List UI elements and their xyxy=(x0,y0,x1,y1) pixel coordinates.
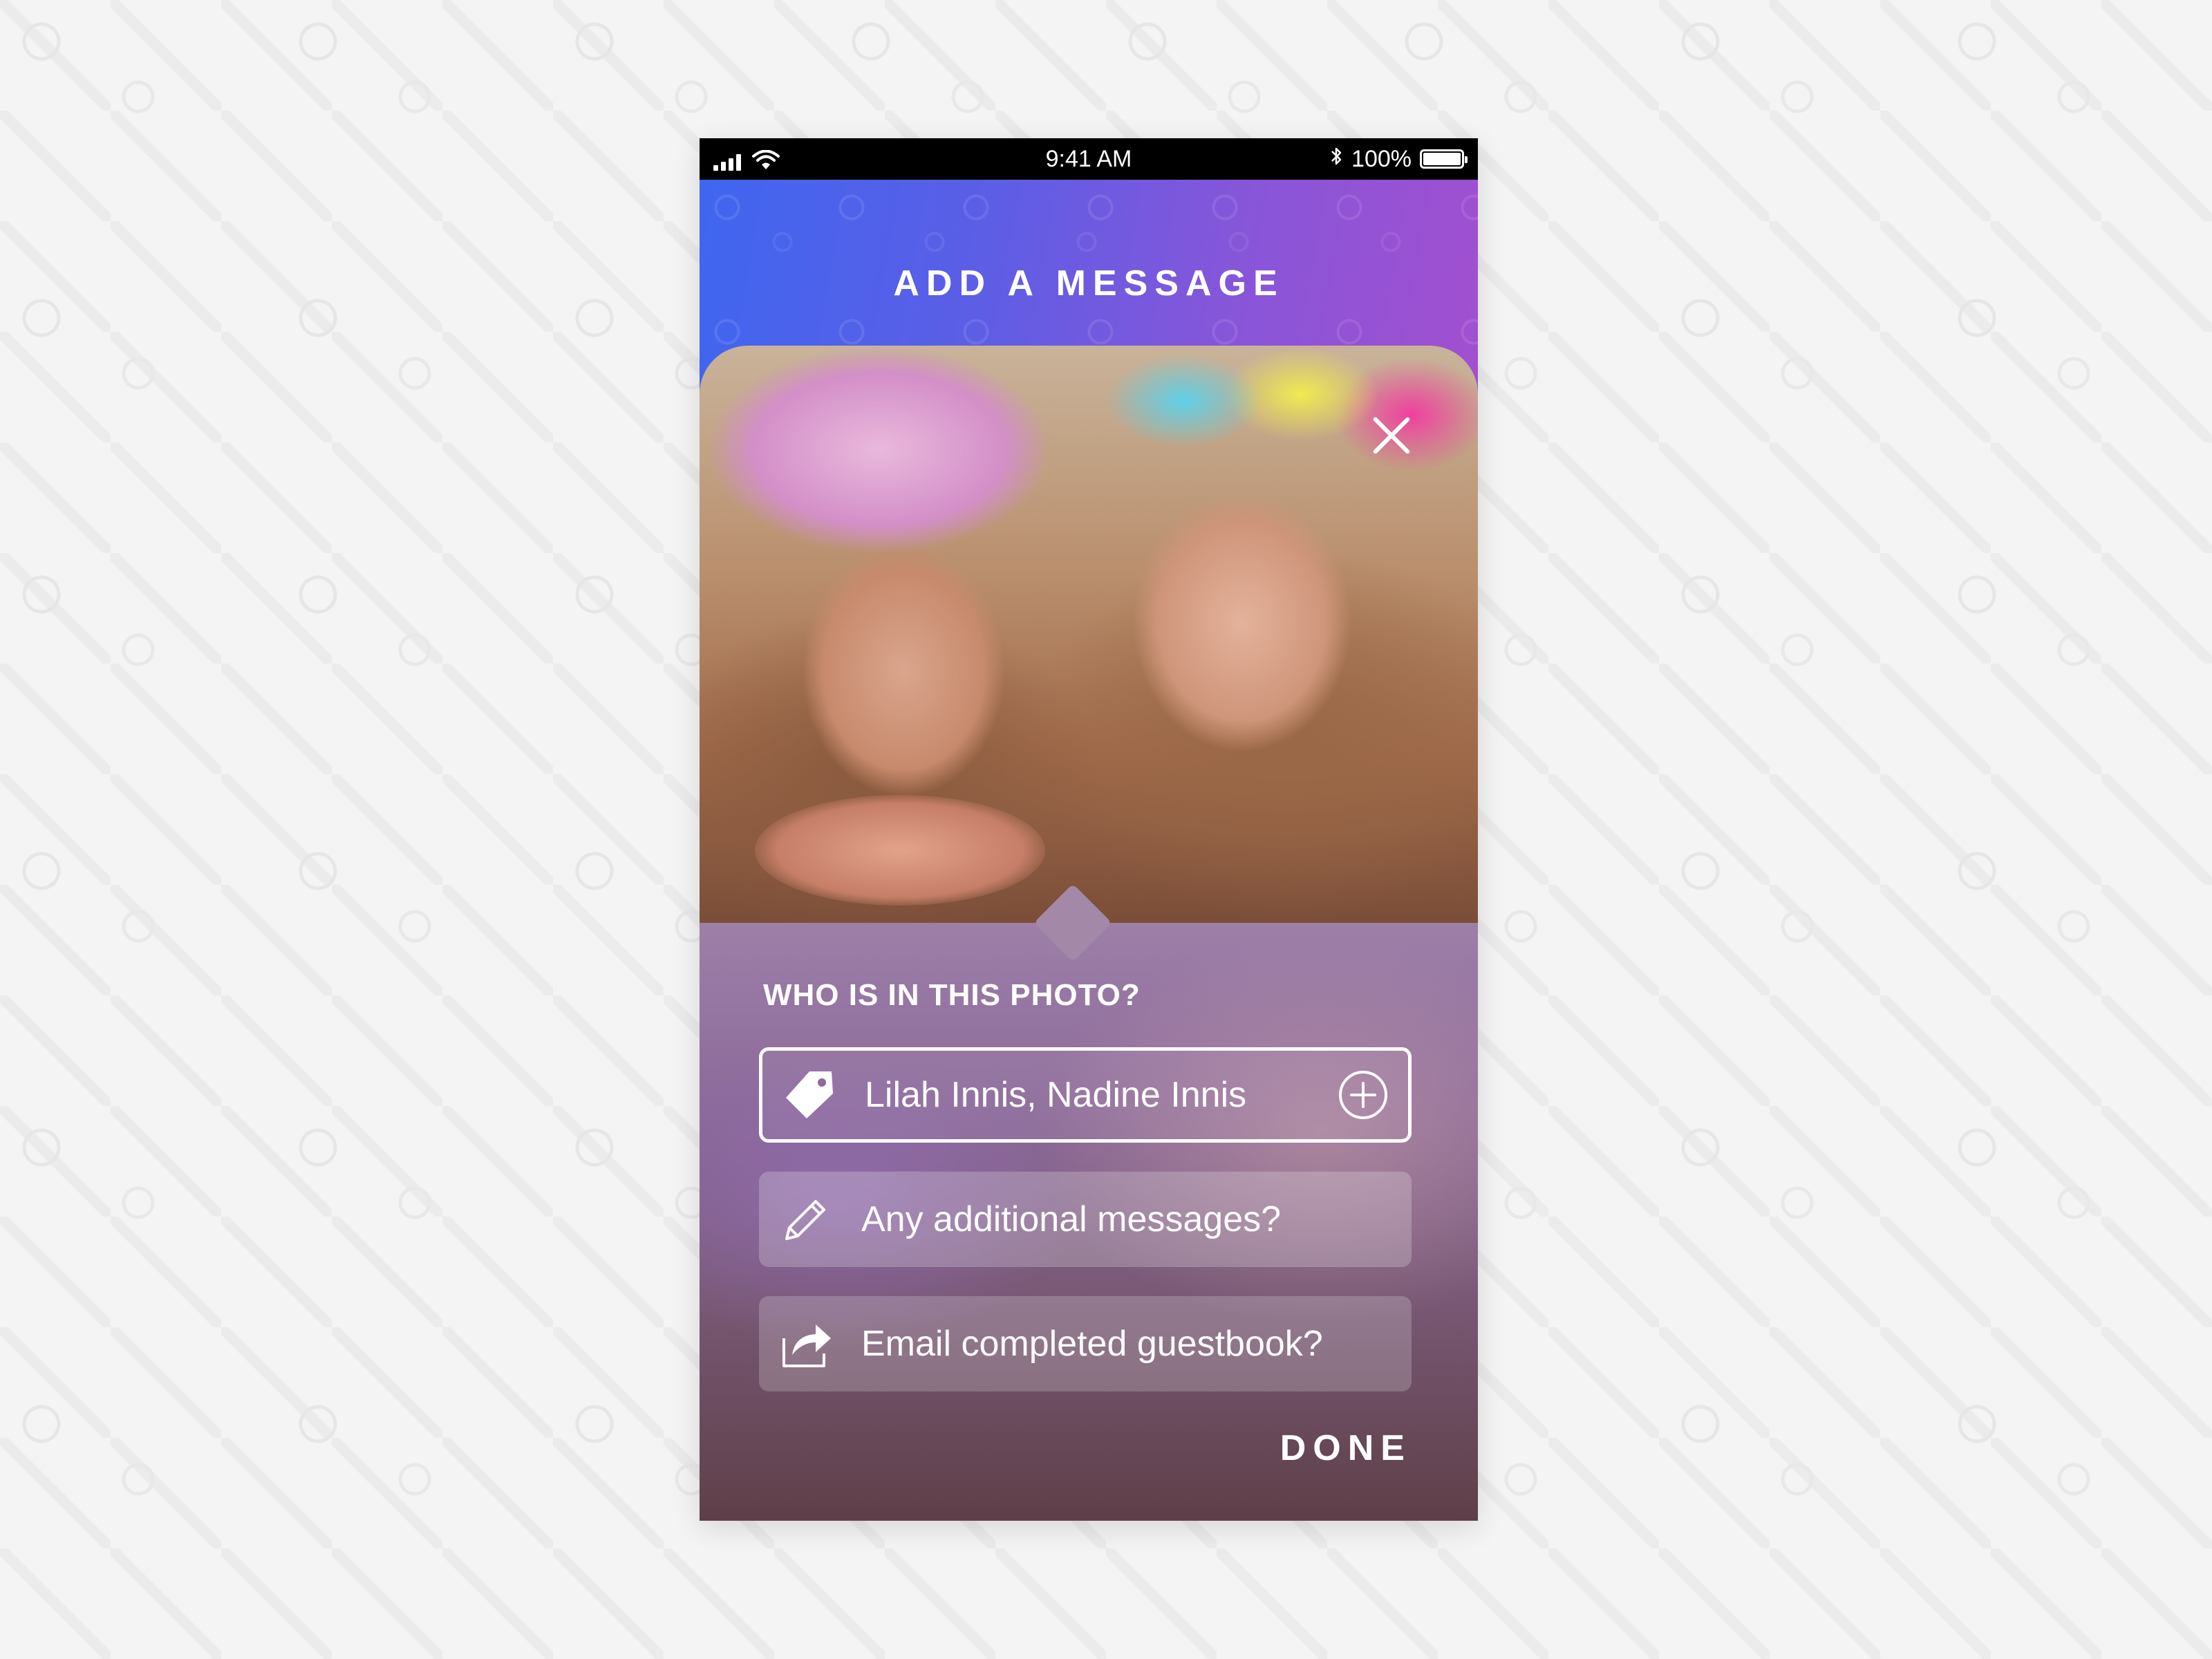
tagged-people-value: Lilah Innis, Nadine Innis xyxy=(865,1075,1247,1115)
share-icon xyxy=(778,1316,834,1371)
tag-people-field[interactable]: Lilah Innis, Nadine Innis xyxy=(759,1047,1412,1143)
email-placeholder: Email completed guestbook? xyxy=(861,1324,1323,1364)
bluetooth-icon xyxy=(1329,146,1343,173)
signal-icon xyxy=(713,153,741,171)
additional-message-field[interactable]: Any additional messages? xyxy=(759,1172,1412,1267)
tag-icon xyxy=(782,1067,837,1123)
close-icon[interactable] xyxy=(1363,408,1418,463)
battery-percentage: 100% xyxy=(1351,145,1412,172)
status-bar: 9:41 AM 100% xyxy=(700,138,1478,180)
wifi-icon xyxy=(752,150,780,171)
page-title: ADD A MESSAGE xyxy=(893,263,1284,303)
message-placeholder: Any additional messages? xyxy=(861,1199,1282,1239)
status-right: 100% xyxy=(1329,145,1468,173)
battery-level xyxy=(1423,153,1461,165)
done-button[interactable]: DONE xyxy=(1280,1427,1412,1469)
guest-photo xyxy=(700,346,1478,926)
add-circle-icon[interactable] xyxy=(1338,1069,1389,1121)
photo-detail xyxy=(755,795,1045,906)
message-panel: WHO IS IN THIS PHOTO? Lilah Innis, Nadin… xyxy=(700,883,1478,1521)
who-in-photo-label: WHO IS IN THIS PHOTO? xyxy=(763,978,1141,1012)
pencil-icon xyxy=(778,1192,834,1247)
email-guestbook-field[interactable]: Email completed guestbook? xyxy=(759,1296,1412,1391)
status-left xyxy=(713,147,780,171)
phone-screen: 9:41 AM 100% ADD A MESSAGE WHO IS IN THI… xyxy=(700,138,1478,1521)
battery-icon xyxy=(1420,149,1468,169)
